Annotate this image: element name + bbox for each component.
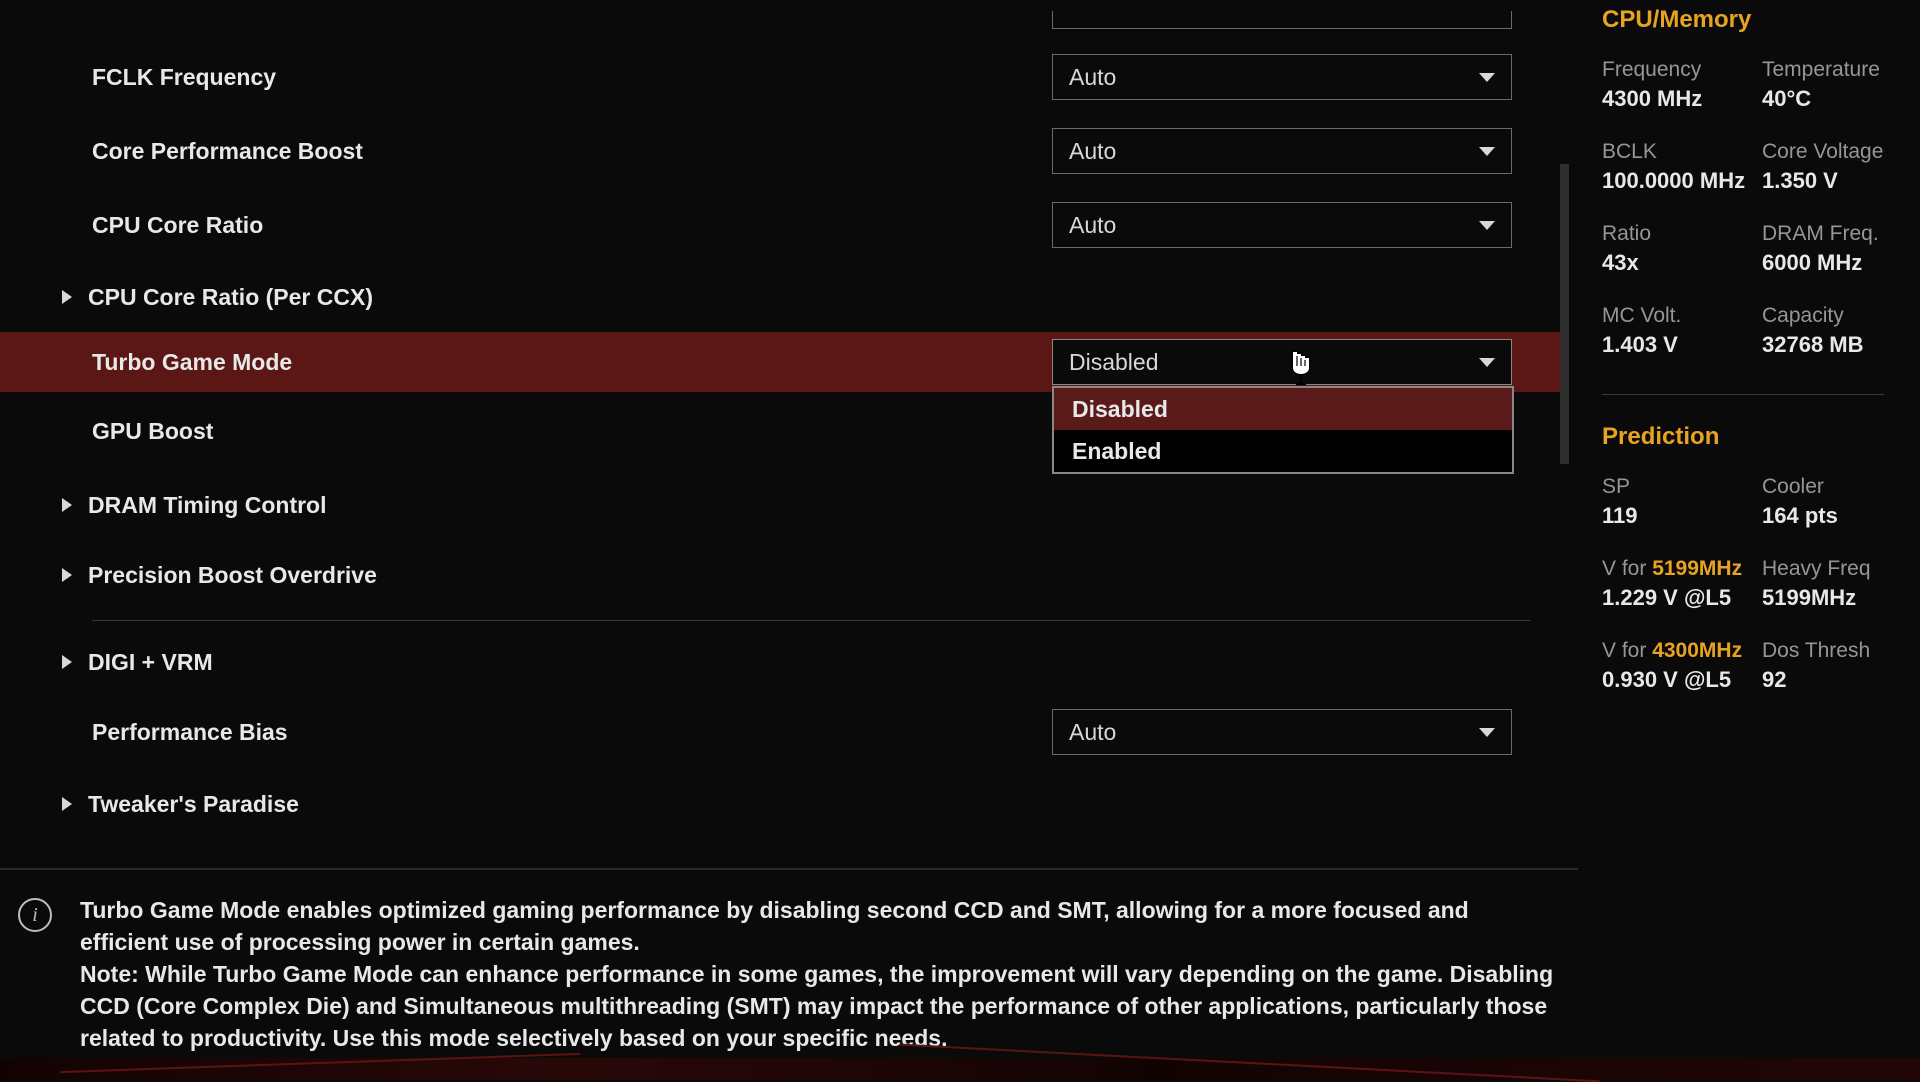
stat-value-sp: 119 <box>1602 503 1762 529</box>
dropdown-option-disabled[interactable]: Disabled <box>1054 388 1512 430</box>
dropdown-options: Disabled Enabled <box>1052 386 1514 474</box>
stat-value-bclk: 100.0000 MHz <box>1602 168 1762 194</box>
submenu-label: Precision Boost Overdrive <box>88 562 377 589</box>
setting-label: Turbo Game Mode <box>92 349 1052 376</box>
setting-label: FCLK Frequency <box>92 64 1052 91</box>
submenu-label: DIGI + VRM <box>88 649 213 676</box>
stat-label: MC Volt. <box>1602 304 1762 328</box>
setting-label: CPU Core Ratio <box>92 212 1052 239</box>
submenu-cpu-core-ratio-ccx[interactable]: CPU Core Ratio (Per CCX) <box>0 262 1560 332</box>
submenu-label: CPU Core Ratio (Per CCX) <box>88 284 373 311</box>
setting-label: GPU Boost <box>92 418 1052 445</box>
stat-value: 5199MHz <box>1762 585 1884 611</box>
scrollbar[interactable] <box>1560 164 1569 464</box>
setting-label: Core Performance Boost <box>92 138 1052 165</box>
cpb-dropdown[interactable]: Auto <box>1052 128 1512 174</box>
submenu-tweakers-paradise[interactable]: Tweaker's Paradise <box>0 769 1560 839</box>
dropdown-value: Auto <box>1069 64 1116 91</box>
prediction-highlight: 5199MHz <box>1652 557 1742 580</box>
sidebar-header-prediction: Prediction <box>1602 423 1884 451</box>
setting-row-hidden-top <box>0 0 1560 40</box>
stat-label: SP <box>1602 475 1762 499</box>
submenu-label: Tweaker's Paradise <box>88 791 299 818</box>
stat-label: BCLK <box>1602 140 1762 164</box>
dropdown-partial[interactable] <box>1052 11 1512 29</box>
chevron-down-icon <box>1479 73 1495 82</box>
stat-value-core-voltage: 1.350 V <box>1762 168 1884 194</box>
stat-label: Temperature <box>1762 58 1884 82</box>
decorative-footer <box>0 1058 1920 1080</box>
setting-row-fclk: FCLK Frequency Auto <box>0 40 1560 114</box>
stat-value: 0.930 V @L5 <box>1602 667 1762 693</box>
chevron-right-icon <box>62 290 72 304</box>
sidebar-header-cpu-memory: CPU/Memory <box>1602 6 1884 34</box>
stat-value: 1.229 V @L5 <box>1602 585 1762 611</box>
stat-label: Cooler <box>1762 475 1884 499</box>
submenu-dram-timing[interactable]: DRAM Timing Control <box>0 470 1560 540</box>
dropdown-value: Auto <box>1069 138 1116 165</box>
chevron-down-icon <box>1479 221 1495 230</box>
sidebar: CPU/Memory Frequency Temperature 4300 MH… <box>1592 0 1892 721</box>
fclk-dropdown[interactable]: Auto <box>1052 54 1512 100</box>
divider <box>1602 394 1884 395</box>
chevron-right-icon <box>62 655 72 669</box>
stat-value-frequency: 4300 MHz <box>1602 86 1762 112</box>
submenu-label: DRAM Timing Control <box>88 492 327 519</box>
setting-row-cpb: Core Performance Boost Auto <box>0 114 1560 188</box>
prediction-row-label: V for 5199MHz <box>1602 557 1762 581</box>
stat-label: Ratio <box>1602 222 1762 246</box>
chevron-right-icon <box>62 797 72 811</box>
stat-label: Core Voltage <box>1762 140 1884 164</box>
dropdown-value: Auto <box>1069 212 1116 239</box>
prediction-row-label: V for 4300MHz <box>1602 639 1762 663</box>
dropdown-option-enabled[interactable]: Enabled <box>1054 430 1512 472</box>
stat-value-mc-volt: 1.403 V <box>1602 332 1762 358</box>
setting-row-turbo-game-mode: Turbo Game Mode Disabled Disabled Enable… <box>0 332 1560 392</box>
prediction-row-label: Heavy Freq <box>1762 557 1884 581</box>
info-bar: i Turbo Game Mode enables optimized gami… <box>0 868 1578 1070</box>
prediction-highlight: 4300MHz <box>1652 639 1742 662</box>
stat-label: DRAM Freq. <box>1762 222 1884 246</box>
stat-value-capacity: 32768 MB <box>1762 332 1884 358</box>
chevron-right-icon <box>62 568 72 582</box>
chevron-down-icon <box>1479 147 1495 156</box>
dropdown-value: Disabled <box>1069 349 1159 376</box>
stat-value-temperature: 40°C <box>1762 86 1884 112</box>
stat-label: Capacity <box>1762 304 1884 328</box>
chevron-right-icon <box>62 498 72 512</box>
perf-bias-dropdown[interactable]: Auto <box>1052 709 1512 755</box>
chevron-down-icon <box>1479 358 1495 367</box>
prediction-stats: SP Cooler 119 164 pts V for 5199MHz Heav… <box>1602 475 1884 721</box>
divider <box>92 620 1530 621</box>
stat-value: 92 <box>1762 667 1884 693</box>
setting-label: Performance Bias <box>92 719 1052 746</box>
prediction-row-label: Dos Thresh <box>1762 639 1884 663</box>
setting-row-perf-bias: Performance Bias Auto <box>0 695 1560 769</box>
submenu-pbo[interactable]: Precision Boost Overdrive <box>0 540 1560 610</box>
setting-row-cpu-ratio: CPU Core Ratio Auto <box>0 188 1560 262</box>
dropdown-value: Auto <box>1069 719 1116 746</box>
info-text: Turbo Game Mode enables optimized gaming… <box>80 894 1558 1054</box>
turbo-game-mode-dropdown[interactable]: Disabled Disabled Enabled <box>1052 339 1512 385</box>
submenu-digi-vrm[interactable]: DIGI + VRM <box>0 629 1560 695</box>
stat-label: Frequency <box>1602 58 1762 82</box>
chevron-down-icon <box>1479 728 1495 737</box>
stat-value-dram-freq: 6000 MHz <box>1762 250 1884 276</box>
stat-value-ratio: 43x <box>1602 250 1762 276</box>
settings-panel: FCLK Frequency Auto Core Performance Boo… <box>0 0 1560 860</box>
cpu-ratio-dropdown[interactable]: Auto <box>1052 202 1512 248</box>
info-icon: i <box>18 898 52 932</box>
stat-value-cooler: 164 pts <box>1762 503 1884 529</box>
cpu-memory-stats: Frequency Temperature 4300 MHz 40°C BCLK… <box>1602 58 1884 409</box>
